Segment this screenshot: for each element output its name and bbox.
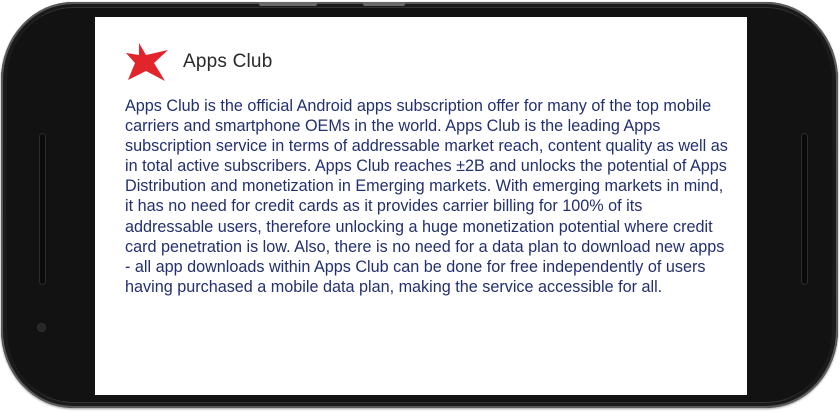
power-button [363, 2, 405, 6]
app-description: Apps Club is the official Android apps s… [125, 97, 728, 296]
phone-frame: Apps Club Apps Club is the official Andr… [1, 2, 838, 408]
phone-screen: Apps Club Apps Club is the official Andr… [95, 17, 747, 395]
volume-button [259, 2, 317, 6]
app-header: Apps Club [125, 41, 272, 83]
app-title: Apps Club [183, 51, 273, 72]
left-speaker-grille [39, 133, 46, 285]
page: Apps Club Apps Club is the official Andr… [0, 0, 840, 412]
front-camera [38, 324, 45, 331]
right-speaker-grille [801, 133, 808, 285]
red-star-icon [126, 43, 168, 81]
